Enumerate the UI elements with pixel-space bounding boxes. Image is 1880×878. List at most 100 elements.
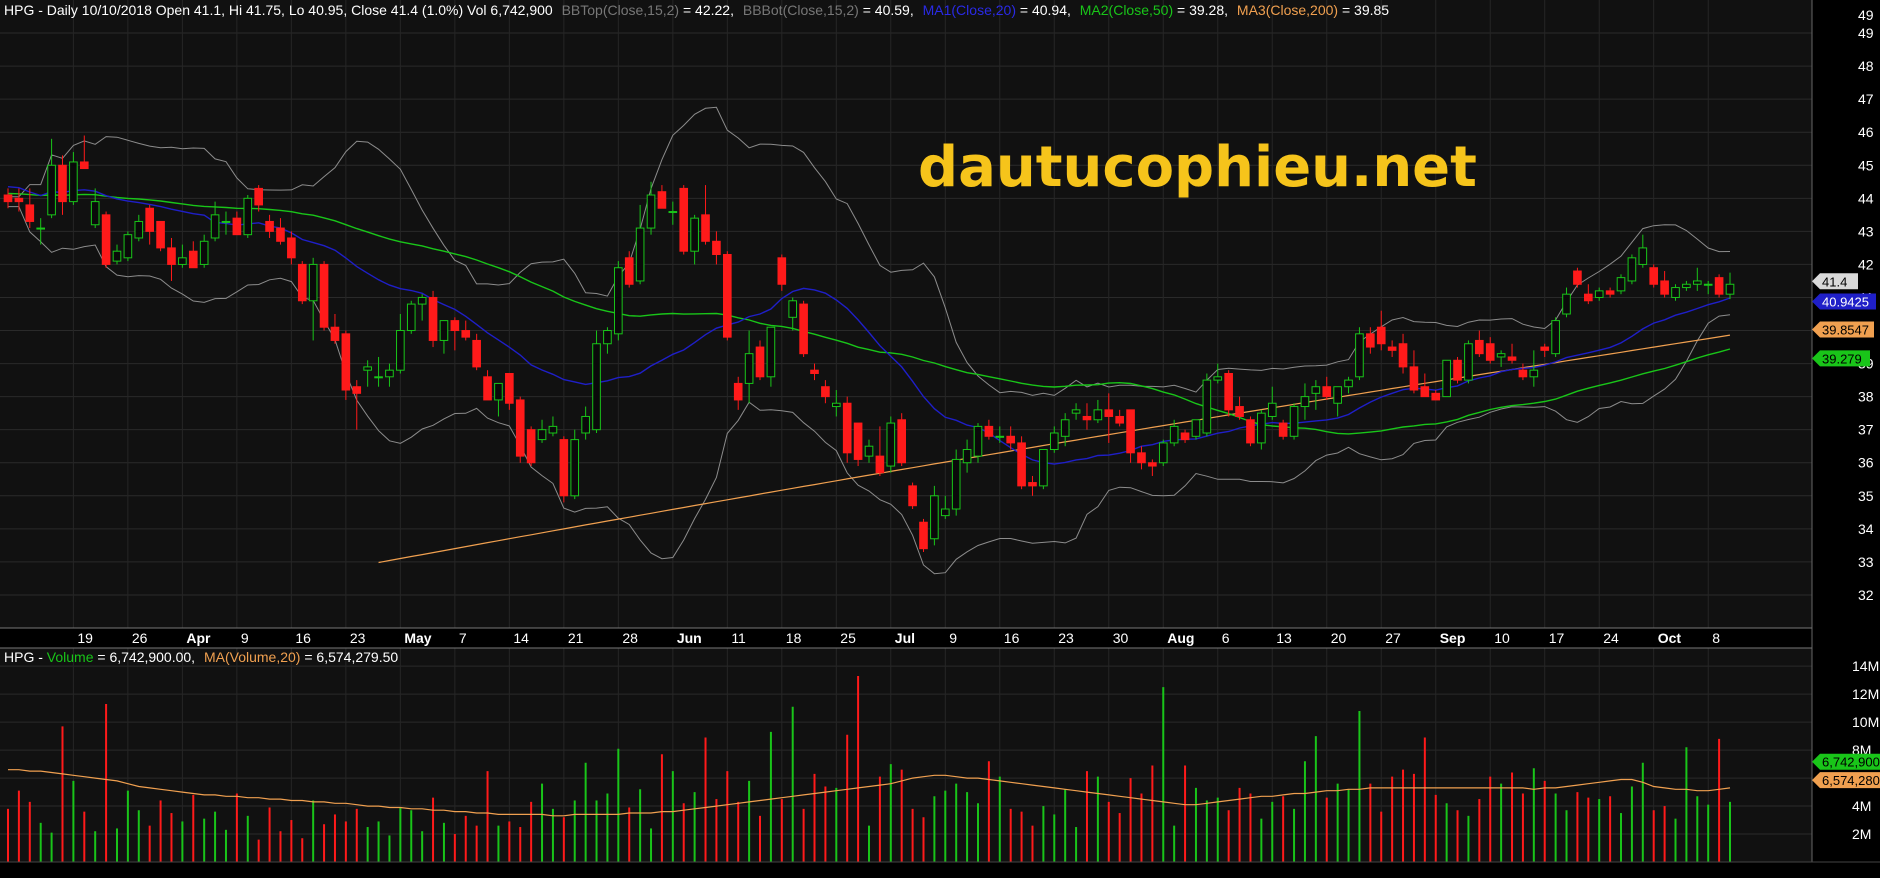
ma1-value: = 40.94, — [1016, 2, 1071, 18]
price-tick-label: 46 — [1858, 124, 1874, 140]
date-tick-label: 23 — [350, 630, 366, 646]
candle-body — [1300, 396, 1310, 408]
price-tick-label: 49 — [1858, 25, 1874, 41]
candle-body — [1453, 359, 1462, 381]
candle-body — [396, 330, 405, 371]
candle-body — [1213, 376, 1223, 381]
candle-body — [1137, 452, 1146, 464]
volume-ma-value: = 6,574,279.50 — [300, 649, 398, 665]
candle-body — [14, 197, 24, 203]
candle-body — [679, 187, 689, 252]
date-tick-label: 25 — [840, 630, 856, 646]
price-tick-label: 32 — [1858, 587, 1874, 603]
candle-body — [374, 376, 383, 379]
candle-body — [319, 263, 329, 328]
candle-body — [1311, 386, 1321, 394]
candle-body — [58, 164, 67, 203]
candle-body — [668, 211, 678, 214]
candle-body — [1017, 442, 1026, 487]
bbbot-label: BBBot(Close,15,2) — [743, 2, 859, 18]
candle-body — [1387, 346, 1397, 351]
candle-body — [1562, 293, 1571, 315]
candle-body — [1355, 333, 1364, 378]
candle-body — [1158, 442, 1168, 464]
candle-body — [908, 485, 917, 507]
candle-body — [1714, 277, 1724, 295]
candle-body — [69, 161, 78, 203]
candle-body — [1703, 283, 1713, 286]
bbtop-value: = 42.22, — [679, 2, 734, 18]
candle-body — [385, 369, 394, 378]
price-tick-label: 36 — [1858, 455, 1874, 471]
candle-body — [265, 220, 274, 232]
volume-panel — [0, 648, 1812, 862]
candle-body — [897, 419, 907, 464]
volume-tick-label: 14M — [1852, 658, 1879, 674]
candle-body — [886, 422, 896, 467]
date-tick-label: 7 — [459, 630, 467, 646]
candle-body — [1180, 432, 1190, 441]
candle-body — [592, 343, 601, 431]
candle-body — [570, 439, 580, 497]
date-tick-label: 14 — [513, 630, 529, 646]
candle-body — [3, 194, 13, 203]
candle-body — [1126, 409, 1135, 454]
date-tick-label: 6 — [1222, 630, 1230, 646]
candle-body — [287, 237, 296, 259]
candle-body — [853, 422, 863, 460]
candle-body — [112, 250, 122, 262]
price-tick-label: 43 — [1858, 223, 1874, 239]
date-tick-label: Aug — [1167, 630, 1194, 646]
candle-body — [1202, 379, 1212, 434]
candle-body — [831, 402, 841, 408]
candle-body — [461, 330, 471, 338]
date-tick-label: May — [404, 630, 431, 646]
candle-body — [1257, 412, 1266, 444]
candle-body — [1464, 343, 1473, 381]
ma1-label: MA1(Close,20) — [923, 2, 1016, 18]
date-tick-label: Oct — [1658, 630, 1682, 646]
candle-body — [515, 399, 525, 457]
candle-body — [777, 257, 787, 285]
candle-body — [297, 263, 307, 302]
candle-body — [537, 429, 547, 441]
candle-body — [810, 369, 819, 374]
candle-body — [1169, 425, 1179, 444]
svg-text:41.4: 41.4 — [1822, 274, 1847, 289]
candle-body — [984, 425, 994, 437]
candle-body — [1246, 419, 1255, 444]
ma2-value: = 39.28, — [1173, 2, 1228, 18]
svg-text:39.8547: 39.8547 — [1822, 322, 1869, 337]
candle-body — [723, 254, 732, 338]
date-tick-label: 30 — [1113, 630, 1129, 646]
date-tick-label: 21 — [568, 630, 584, 646]
candle-body — [755, 346, 765, 378]
price-tick-label: 38 — [1858, 389, 1874, 405]
stock-chart[interactable]: dautucophieu.net HPG - Daily 10/10/2018 … — [0, 0, 1880, 878]
candle-body — [940, 508, 950, 517]
volume-tick-label: 4M — [1852, 798, 1871, 814]
bbtop-label: BBTop(Close,15,2) — [562, 2, 680, 18]
candle-body — [1398, 343, 1408, 368]
ma3-label: MA3(Close,200) — [1237, 2, 1338, 18]
svg-text:39.279: 39.279 — [1822, 351, 1862, 366]
candle-body — [1289, 406, 1299, 437]
candle-body — [930, 495, 939, 540]
candle-body — [1442, 359, 1451, 398]
price-tick-label: 44 — [1858, 190, 1874, 206]
date-tick-label: 17 — [1549, 630, 1565, 646]
price-tick-label: 45 — [1858, 157, 1874, 173]
candle-body — [90, 201, 100, 226]
candle-body — [1420, 386, 1430, 398]
candle-body — [1496, 353, 1506, 358]
candle-body — [875, 455, 885, 474]
candle-body — [276, 227, 285, 242]
candle-body — [1006, 435, 1015, 444]
candle-body — [308, 263, 318, 302]
candle-body — [1267, 402, 1277, 417]
candle-body — [417, 296, 427, 305]
candle-body — [1082, 415, 1092, 421]
price-tick-label: 35 — [1858, 488, 1874, 504]
date-tick-label: 20 — [1331, 630, 1347, 646]
candle-body — [526, 429, 536, 464]
